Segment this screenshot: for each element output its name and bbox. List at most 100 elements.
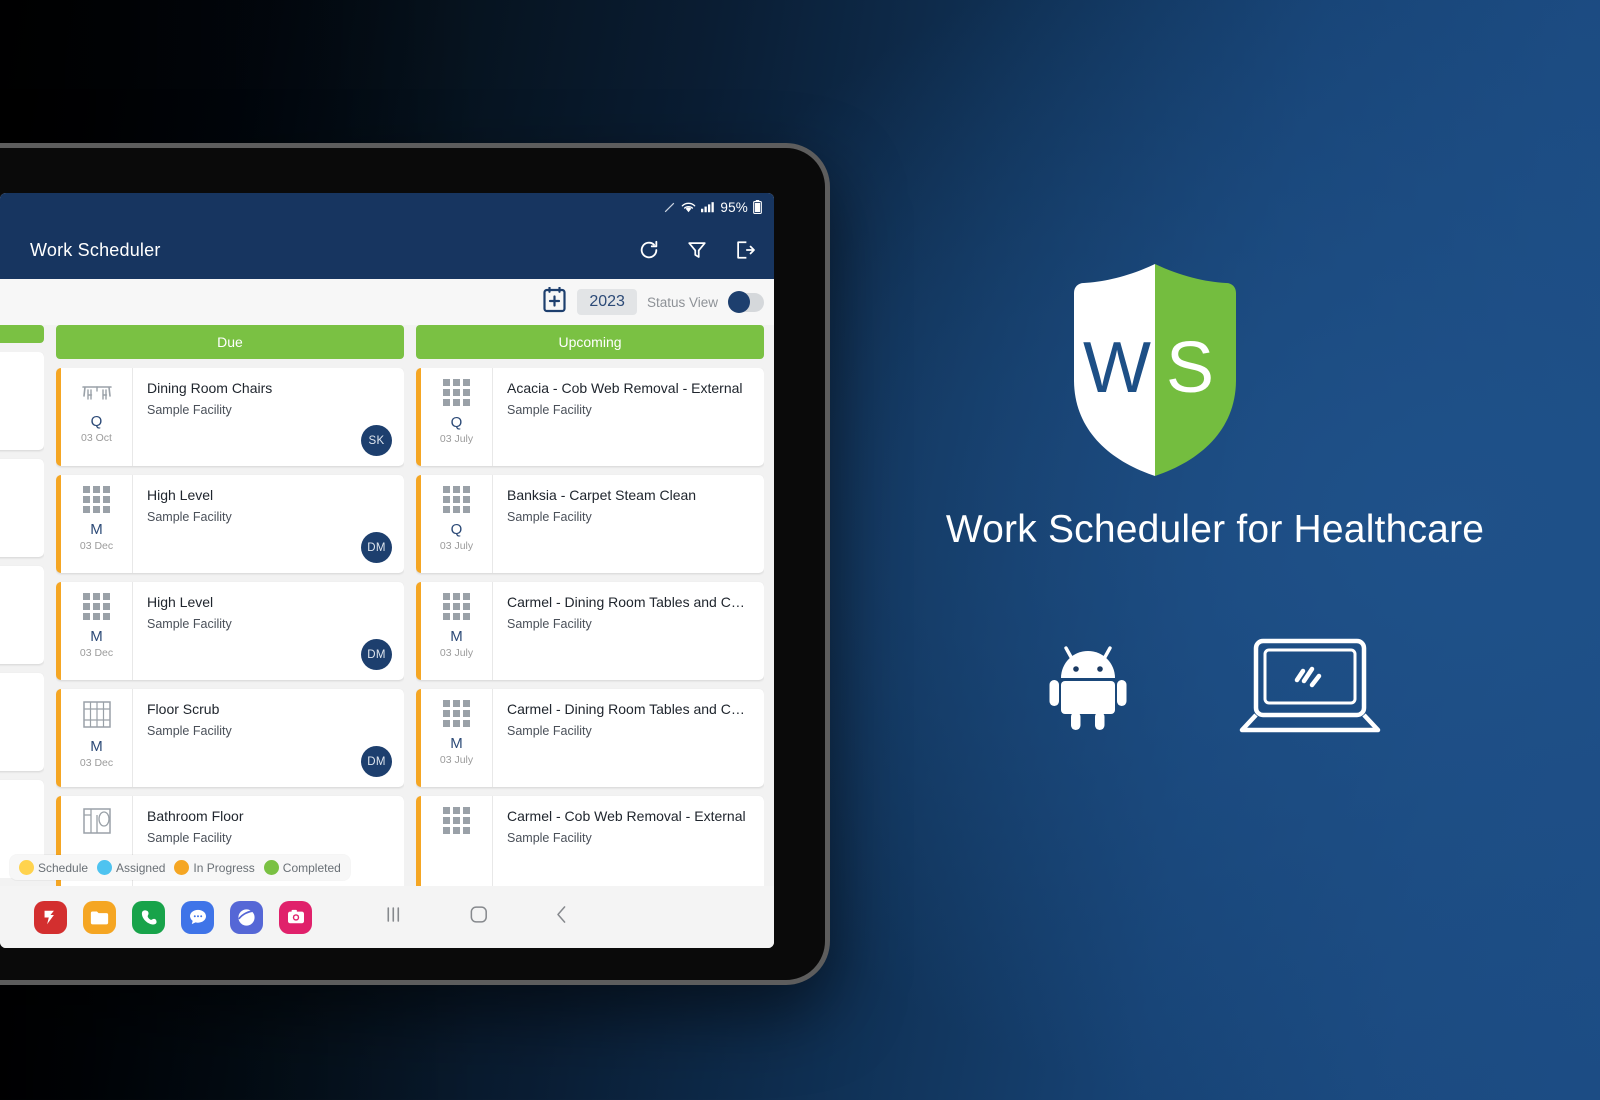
card-title: Dining Room Chairs [147,380,273,396]
column-card-list [0,352,44,878]
year-selector[interactable]: 2023 [577,289,637,315]
card-body: Floor Scrub Sample Facility DM [133,689,404,787]
home-button[interactable] [469,905,488,929]
assignee-avatar[interactable]: DM [361,639,392,670]
card-facility: Sample Facility [507,723,592,738]
refresh-icon[interactable] [638,239,660,261]
dock-app-list [34,900,312,934]
grid-icon [83,486,110,513]
card-meta: Q 03 July [421,368,493,466]
assignee-avatar[interactable]: DM [361,746,392,777]
task-board: Due Q 03 Oct Dining Room Chairs Sample F… [0,325,774,886]
wifi-icon [681,201,696,214]
card-meta: Q 03 Oct [61,368,133,466]
card-meta [421,796,493,886]
task-card[interactable] [0,673,44,771]
card-title: High Level [147,594,214,610]
board-column-partial [0,325,44,886]
grid-icon [443,593,470,620]
android-status-bar: 95% [0,193,774,221]
task-card[interactable] [0,459,44,557]
task-card[interactable]: Q 03 July Banksia - Carpet Steam Clean S… [416,475,764,573]
card-facility: Sample Facility [147,509,232,524]
recents-button[interactable] [383,906,403,928]
legend-item-schedule: Schedule [19,860,88,875]
card-date: 03 July [439,540,474,552]
tablet-device-frame: 95% Work Scheduler 2023 Status View Due … [0,143,830,985]
ws-shield-logo: W S [1070,262,1240,478]
floor-scrub-icon [81,700,113,730]
card-frequency: M [90,628,103,645]
task-card[interactable]: M 03 July Carmel - Dining Room Tables an… [416,689,764,787]
legend-swatch [263,860,279,875]
card-frequency: M [90,521,103,538]
task-card[interactable]: M 03 Dec Floor Scrub Sample Facility DM [56,689,404,787]
task-card[interactable]: M 03 July Carmel - Dining Room Tables an… [416,582,764,680]
assignee-avatar[interactable]: DM [361,532,392,563]
card-title: Carmel - Dining Room Tables and Chairs [507,594,750,610]
pen-icon [663,201,676,214]
status-view-toggle[interactable] [728,291,764,313]
app-icon-5[interactable] [230,900,263,934]
signal-icon [701,201,715,213]
card-body: Banksia - Carpet Steam Clean Sample Faci… [493,475,764,573]
android-dock [0,886,774,948]
assignee-avatar[interactable]: SK [361,425,392,456]
filter-icon[interactable] [686,239,708,261]
card-date: 03 Oct [81,432,112,444]
card-date: 03 Dec [79,540,114,552]
task-card[interactable]: Q 03 July Acacia - Cob Web Removal - Ext… [416,368,764,466]
card-body: Carmel - Dining Room Tables and Chairs S… [493,689,764,787]
legend-label: Assigned [116,860,166,875]
android-icon [1049,642,1127,735]
task-card[interactable]: Q 03 Oct Dining Room Chairs Sample Facil… [56,368,404,466]
task-card[interactable] [0,566,44,664]
legend-label: Completed [282,860,341,875]
card-title: Carmel - Dining Room Tables and Chairs [507,701,750,717]
column-header[interactable] [0,325,44,343]
calendar-plus-icon[interactable] [542,286,567,318]
shield-letter-w: W [1083,328,1151,408]
app-icon-4[interactable] [181,900,214,934]
card-date: 03 Dec [79,757,114,769]
card-meta: M 03 Dec [61,689,133,787]
app-icon-3[interactable] [132,900,165,934]
card-meta: M 03 July [421,689,493,787]
card-frequency: M [450,628,463,645]
back-button[interactable] [554,905,569,929]
app-title: Work Scheduler [30,239,161,260]
column-header-upcoming[interactable]: Upcoming [416,325,764,359]
card-title: Carmel - Cob Web Removal - External [507,808,746,824]
card-body: Carmel - Cob Web Removal - External Samp… [493,796,764,886]
legend-swatch [97,860,113,875]
card-body: Acacia - Cob Web Removal - External Samp… [493,368,764,466]
card-frequency: Q [90,413,103,430]
logout-icon[interactable] [734,239,756,261]
grid-icon [443,486,470,513]
card-title: Bathroom Floor [147,808,244,824]
card-meta: M 03 Dec [61,475,133,573]
column-card-list-due: Q 03 Oct Dining Room Chairs Sample Facil… [56,368,404,886]
task-card[interactable] [0,352,44,450]
app-bar: Work Scheduler [0,221,774,279]
app-icon-1[interactable] [34,900,67,934]
task-card[interactable]: M 03 Dec High Level Sample Facility DM [56,582,404,680]
card-date: 03 July [439,754,474,766]
grid-icon [443,807,470,834]
app-icon-6[interactable] [279,900,312,934]
task-card[interactable]: Carmel - Cob Web Removal - External Samp… [416,796,764,886]
card-facility: Sample Facility [147,830,232,845]
app-icon-2[interactable] [83,900,116,934]
card-facility: Sample Facility [507,616,592,631]
board-column-due: Due Q 03 Oct Dining Room Chairs Sample F… [56,325,404,886]
column-card-list-upcoming: Q 03 July Acacia - Cob Web Removal - Ext… [416,368,764,886]
card-meta: M 03 Dec [61,582,133,680]
marketing-panel: W S Work Scheduler for Healthcare [830,0,1600,1100]
card-facility: Sample Facility [507,402,592,417]
column-header-due[interactable]: Due [56,325,404,359]
task-card[interactable]: M 03 Dec High Level Sample Facility DM [56,475,404,573]
legend-swatch [19,860,34,875]
battery-icon [753,200,762,214]
card-body: Carmel - Dining Room Tables and Chairs S… [493,582,764,680]
card-date: 03 July [439,647,474,659]
